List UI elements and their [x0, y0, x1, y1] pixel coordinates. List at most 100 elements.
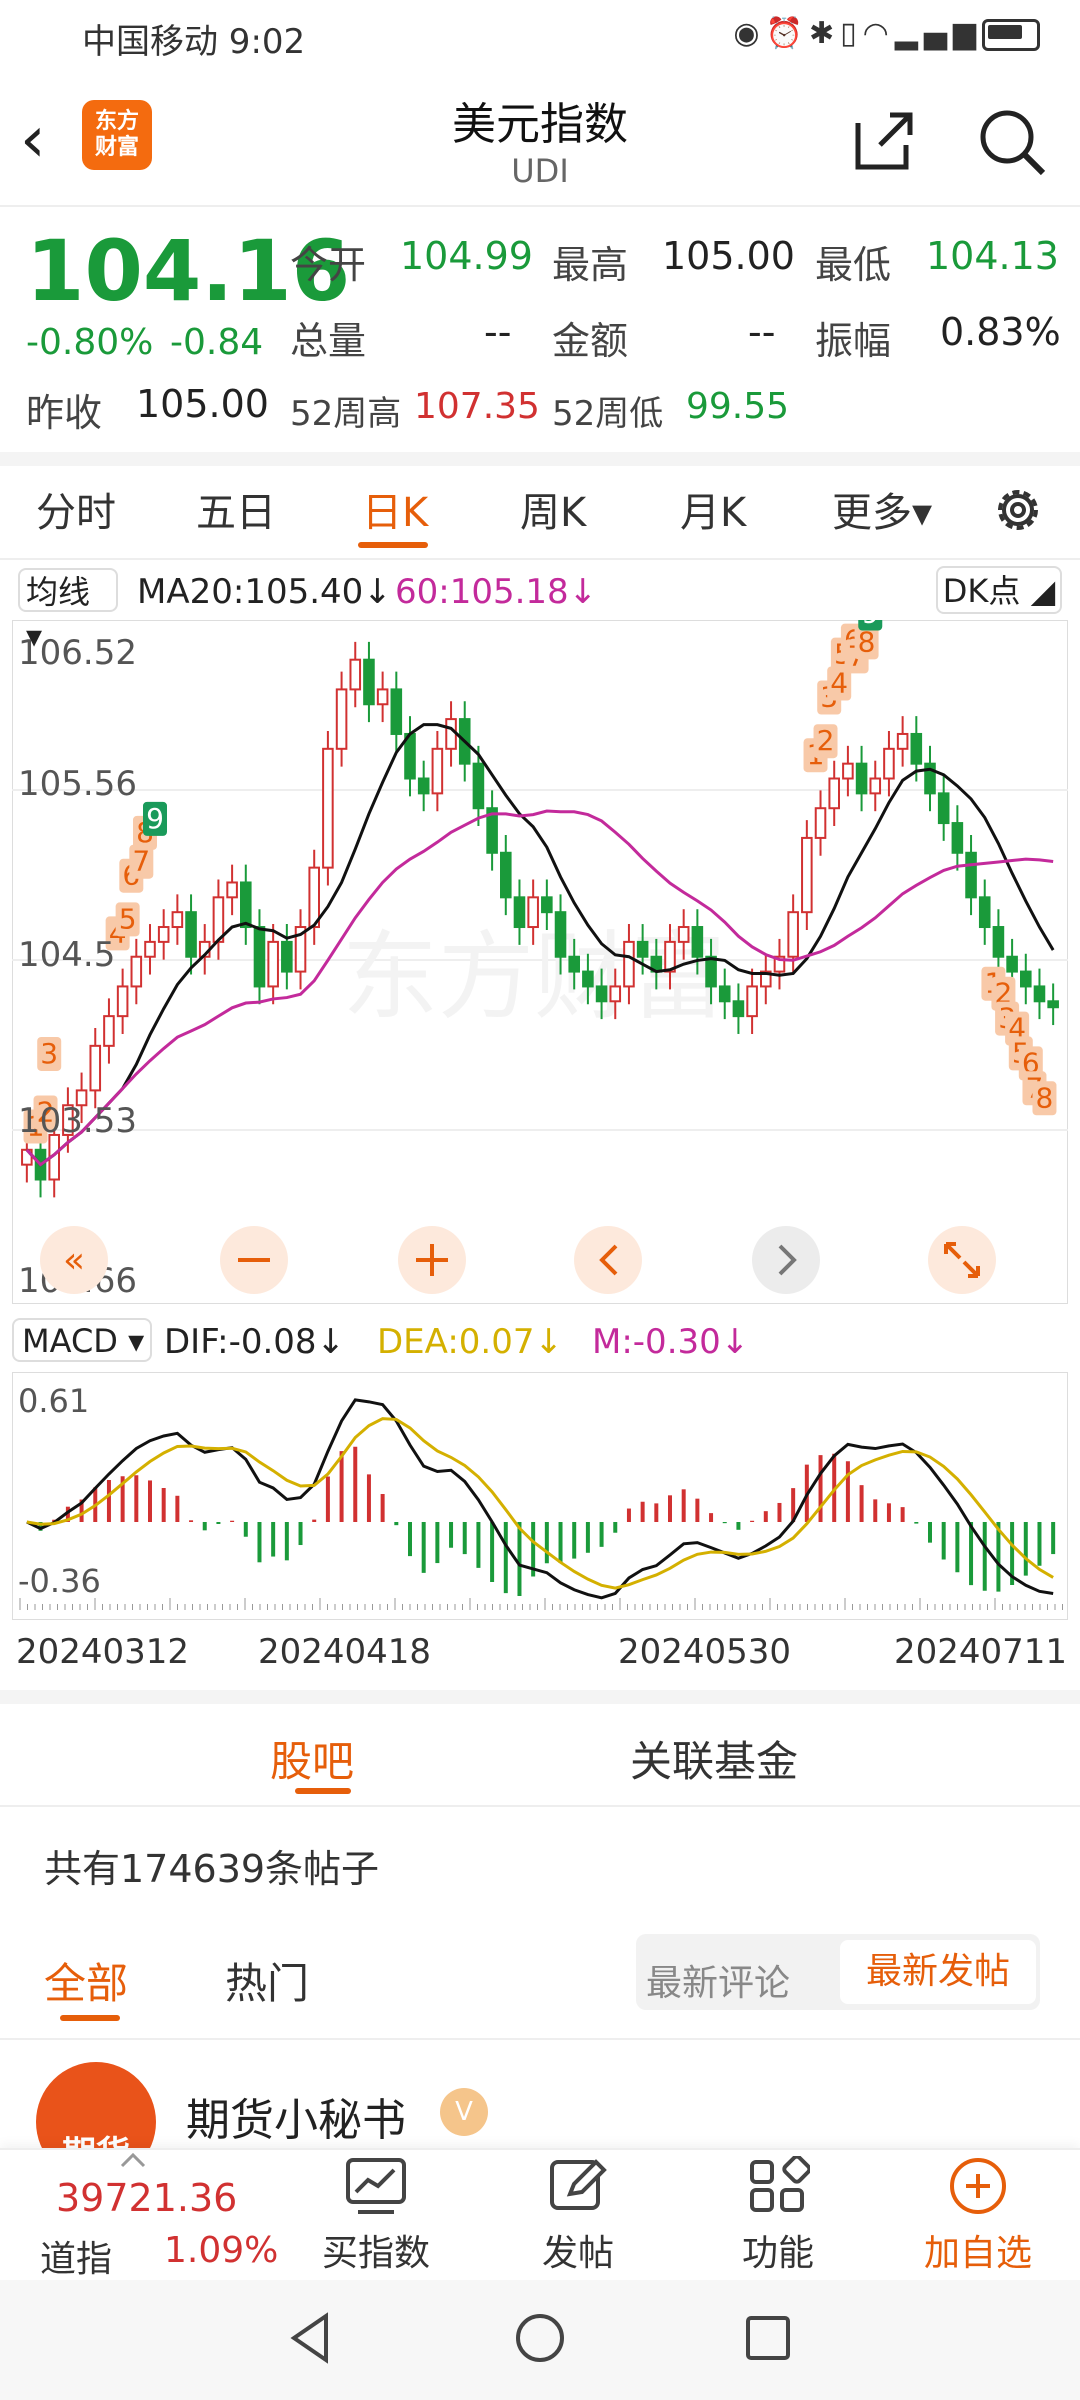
candle-body — [390, 688, 403, 735]
search-icon[interactable] — [975, 105, 1047, 177]
high-label: 最高 — [552, 243, 629, 287]
candle-body — [691, 926, 704, 958]
status-bar: 中国移动 9:02 ◉⏰✱▯◠▂▄▆ — [0, 0, 1080, 70]
candle-body — [595, 985, 608, 1003]
divider — [0, 452, 1080, 466]
candle-body — [677, 926, 690, 943]
open-value: 104.99 — [400, 234, 533, 278]
candle-body — [527, 896, 539, 929]
candle-body — [281, 940, 293, 973]
prev-close-value: 105.00 — [136, 382, 269, 426]
candle-body — [376, 688, 389, 706]
y-tick-label: 104.5 — [18, 935, 115, 975]
candle-body — [623, 940, 635, 988]
ma-selector[interactable]: 均线 ▾ — [18, 568, 118, 655]
x-tick-label: 20240418 — [258, 1632, 432, 1672]
sort-latest-comment[interactable]: 最新评论 — [646, 1954, 790, 2006]
macd-y-tick: 0.61 — [18, 1382, 89, 1420]
tab-forum[interactable]: 股吧 — [270, 1728, 354, 1789]
dif-value: DIF:-0.08↓ — [164, 1322, 346, 1362]
move-left-button[interactable] — [574, 1226, 642, 1294]
tab-intraday[interactable]: 分时 — [36, 480, 116, 538]
divider — [0, 205, 1080, 207]
nav-buy-index[interactable]: 买指数 — [306, 2156, 446, 2276]
dow-index-value[interactable]: 39721.36 — [56, 2176, 237, 2220]
nav-functions-label: 功能 — [741, 2233, 814, 2274]
post-author-name[interactable]: 期货小秘书 — [186, 2084, 406, 2148]
dow-index-percent[interactable]: 1.09% — [164, 2230, 278, 2271]
candle-body — [1033, 985, 1046, 1003]
amplitude-value: 0.83% — [940, 310, 1061, 354]
kline-chart[interactable]: 东方财富 12345678912345678912345678 106.52 1… — [12, 620, 1068, 1304]
candle-body — [171, 911, 184, 929]
tab-underline — [358, 542, 428, 548]
nav-buy-label: 买指数 — [321, 2233, 430, 2274]
ma20-value: MA20:105.40↓ — [137, 572, 392, 612]
candle-body — [718, 985, 731, 1003]
wifi-icon: ◠ — [862, 16, 895, 51]
scroll-left-fast-button[interactable]: « — [40, 1226, 108, 1294]
add-circle-icon — [950, 2158, 1006, 2214]
change-value: -0.84 — [170, 322, 264, 363]
nav-add-label: 加自选 — [923, 2233, 1032, 2274]
nav-post[interactable]: 发帖 — [508, 2156, 648, 2276]
tab-monthly-k[interactable]: 月K — [680, 480, 746, 538]
dk-marker: 8 — [1036, 1081, 1054, 1114]
low-label: 最低 — [815, 243, 892, 287]
amount-value: -- — [748, 310, 776, 354]
filter-underline — [60, 2015, 120, 2021]
home-circle-icon[interactable] — [510, 2308, 570, 2368]
tab-daily-k[interactable]: 日K — [362, 480, 428, 538]
dk-point-button[interactable]: DK点 ◢ — [936, 566, 1062, 614]
zoom-in-button[interactable] — [398, 1226, 466, 1294]
status-icons: ◉⏰✱▯◠▂▄▆ — [733, 16, 1040, 51]
candle-body — [472, 762, 485, 810]
candle-body — [609, 985, 622, 1003]
amplitude-label: 振幅 — [815, 319, 892, 363]
candle-body — [1020, 970, 1032, 988]
vibrate-icon: ▯ — [840, 16, 863, 51]
x-tick-label: 20240312 — [16, 1632, 190, 1672]
tab-weekly-k[interactable]: 周K — [520, 480, 586, 538]
recents-square-icon[interactable] — [738, 2308, 798, 2368]
nav-functions[interactable]: 功能 — [708, 2156, 848, 2276]
filter-hot[interactable]: 热门 — [225, 1950, 309, 2011]
tab-related-funds[interactable]: 关联基金 — [630, 1728, 798, 1789]
caret-up-icon[interactable] — [118, 2150, 148, 2170]
divider — [0, 2038, 1080, 2040]
nav-add-watchlist[interactable]: 加自选 — [908, 2156, 1048, 2276]
amount-label: 金额 — [552, 319, 629, 363]
sort-latest-post[interactable]: 最新发帖 — [840, 1940, 1036, 2004]
candle-body — [705, 955, 717, 988]
chart-icon — [346, 2158, 406, 2214]
filter-all[interactable]: 全部 — [44, 1950, 128, 2011]
dow-index-name[interactable]: 道指 — [40, 2230, 112, 2282]
back-triangle-icon[interactable] — [282, 2308, 342, 2368]
candle-body — [144, 940, 156, 958]
fullscreen-button[interactable] — [928, 1226, 996, 1294]
move-right-button[interactable] — [752, 1226, 820, 1294]
macd-chart[interactable]: 0.61 -0.36 — [12, 1372, 1068, 1620]
share-icon[interactable] — [850, 105, 920, 175]
post-count: 共有174639条帖子 — [44, 1847, 380, 1891]
divider — [0, 558, 1080, 560]
tab-five-day[interactable]: 五日 — [196, 480, 276, 538]
candle-body — [541, 896, 553, 914]
double-chevron-left-icon: « — [63, 1240, 85, 1281]
volume-label: 总量 — [290, 319, 367, 363]
divider — [0, 1805, 1080, 1807]
candle-body — [226, 881, 238, 899]
dk-marker: 5 — [119, 902, 137, 935]
low-value: 104.13 — [926, 234, 1059, 278]
y-tick-label: 106.52 — [18, 633, 137, 673]
macd-selector[interactable]: MACD ▾ — [12, 1318, 152, 1362]
gear-icon[interactable] — [990, 482, 1046, 538]
candle-body — [883, 747, 895, 780]
tab-more[interactable]: 更多▾ — [832, 480, 932, 538]
change-percent: -0.80% — [26, 322, 154, 363]
candle-body — [636, 940, 649, 958]
edit-icon — [550, 2159, 607, 2210]
candle-body — [978, 896, 991, 929]
candle-body — [335, 688, 348, 750]
zoom-out-button[interactable] — [220, 1226, 288, 1294]
